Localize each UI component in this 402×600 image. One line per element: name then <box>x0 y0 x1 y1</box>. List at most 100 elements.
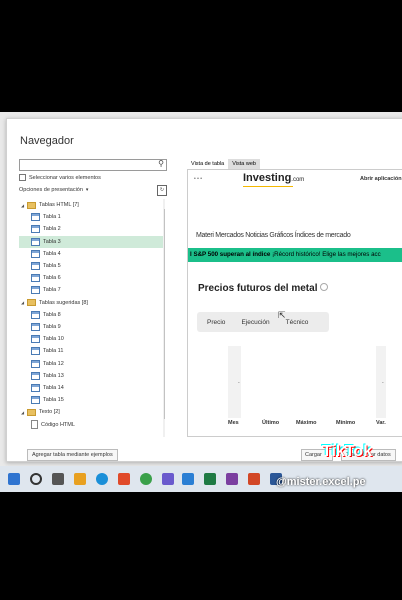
banner-text: ¡Récord histórico! Elige las mejores acc <box>270 251 381 258</box>
document-icon <box>31 420 38 430</box>
chevron-down-icon: ▾ <box>85 187 89 193</box>
cell-dash: - <box>382 380 384 386</box>
tree-item[interactable]: Tabla 12 <box>19 358 165 370</box>
tree-item-label: Tabla 14 <box>43 385 64 391</box>
tree-item-label: Tabla 2 <box>43 226 61 233</box>
table-icon <box>31 323 40 331</box>
file-explorer-icon[interactable] <box>74 473 86 485</box>
view-tabs: Vista de tabla Vista web <box>187 159 260 169</box>
tree-item-label: Tabla 15 <box>43 397 64 404</box>
tree-item[interactable]: Tabla 9 <box>19 321 165 333</box>
table-icon <box>31 225 40 234</box>
folder-icon <box>27 299 36 307</box>
checkbox-box[interactable] <box>19 174 26 181</box>
tree-item-label: Tabla 3 <box>43 238 61 245</box>
app-icon[interactable] <box>162 473 174 485</box>
tree-item[interactable]: Tabla 4 <box>19 248 165 260</box>
task-view-icon[interactable] <box>52 473 64 485</box>
table-icon <box>31 335 40 344</box>
menu-dots-icon[interactable]: • • • <box>194 176 202 182</box>
tiktok-username: @mister.excel.pe <box>276 476 366 488</box>
edge-icon[interactable] <box>96 473 108 485</box>
col-last: Último <box>262 420 280 426</box>
add-table-button[interactable]: Agregar tabla mediante ejemplos <box>27 449 118 461</box>
logo-underline <box>243 186 293 187</box>
multi-select-checkbox[interactable]: Seleccionar varios elementos <box>19 174 101 181</box>
display-options-dropdown[interactable]: Opciones de presentación ▾ <box>19 187 88 193</box>
tree-folder[interactable]: ◢ Tablas sugeridas [8] <box>19 297 161 309</box>
col-change: Var. <box>376 420 386 426</box>
tree-item-label: Tabla 12 <box>43 360 64 367</box>
tree-item[interactable]: Tabla 3 <box>19 235 165 248</box>
scroll-thumb[interactable] <box>164 209 165 419</box>
vscode-icon[interactable] <box>182 473 194 485</box>
web-preview: • • • Investing.com Abrir aplicación Mat… <box>187 169 402 437</box>
search-input[interactable]: ⚲ <box>19 159 167 171</box>
table-icon <box>31 384 40 392</box>
filter-execution[interactable]: Ejecución <box>241 319 269 326</box>
tree-scrollbar[interactable]: ▲ ▼ <box>163 199 165 437</box>
excel-icon[interactable] <box>204 473 216 485</box>
tree-item-label: Tabla 8 <box>43 311 61 318</box>
scroll-down-icon[interactable]: ▼ <box>164 427 165 433</box>
mouse-cursor-icon: ⇱ <box>278 310 286 320</box>
banner-bold-text: l S&P 500 superan al índice <box>190 251 271 258</box>
promo-banner[interactable]: l S&P 500 superan al índice ¡Récord hist… <box>188 248 402 262</box>
filter-tabs: Precio Ejecución Técnico <box>197 312 329 332</box>
table-icon <box>31 347 40 356</box>
tree-item[interactable]: Tabla 11 <box>19 345 165 357</box>
col-low: Mínimo <box>336 420 356 426</box>
scroll-up-icon[interactable]: ▲ <box>164 199 165 205</box>
futures-title-text: Precios futuros del metal <box>198 283 318 294</box>
col-high: Máximo <box>296 420 317 426</box>
tree-item-label: Tablas HTML [7] <box>39 202 79 208</box>
tree-item[interactable]: Tabla 7 <box>19 284 165 296</box>
dialog-title: Navegador <box>20 135 74 147</box>
info-icon[interactable] <box>320 283 329 291</box>
tree-item-label: Tablas sugeridas [8] <box>39 299 88 306</box>
tree-item-label: Tabla 10 <box>43 336 64 343</box>
filter-price[interactable]: Precio <box>207 319 225 326</box>
table-icon <box>31 249 40 258</box>
search-icon[interactable]: ⚲ <box>158 159 164 168</box>
tree-item[interactable]: Tabla 6 <box>19 272 165 284</box>
chrome-icon[interactable] <box>140 473 152 485</box>
tree-folder[interactable]: ◢ Tablas HTML [7] <box>19 199 161 211</box>
tree-item[interactable]: Tabla 5 <box>19 260 165 272</box>
navigator-tree: ◢ Tablas HTML [7] Tabla 1 Tabla 2 Tabla 3 Tab… <box>19 199 165 437</box>
windows-start-icon[interactable] <box>8 473 20 485</box>
display-options-label: Opciones de presentación <box>19 187 83 193</box>
table-column-right <box>376 346 386 418</box>
table-icon <box>31 396 40 405</box>
search-icon[interactable] <box>30 473 42 485</box>
tab-table-view[interactable]: Vista de tabla <box>187 159 228 169</box>
open-app-link[interactable]: Abrir aplicación <box>360 176 402 182</box>
tree-item[interactable]: Tabla 13 <box>19 370 165 382</box>
tree-item[interactable]: Tabla 2 <box>19 223 165 235</box>
tree-item[interactable]: Tabla 10 <box>19 333 165 345</box>
tree-item-label: Tabla 5 <box>43 263 61 269</box>
filter-technical[interactable]: Técnico <box>286 319 309 326</box>
futures-title: Precios futuros del metal <box>198 283 329 294</box>
table-icon <box>31 310 40 319</box>
table-icon <box>31 359 40 368</box>
refresh-icon[interactable]: ↻ <box>157 185 167 196</box>
tab-web-view[interactable]: Vista web <box>228 159 260 169</box>
table-icon <box>31 237 40 246</box>
tree-item-label: Texto [2] <box>39 409 60 416</box>
tree-item[interactable]: Código HTML <box>19 419 165 431</box>
multi-select-label: Seleccionar varios elementos <box>29 174 101 181</box>
site-menu[interactable]: Materi Mercados Noticias Gráficos Índice… <box>196 232 351 239</box>
brave-icon[interactable] <box>118 473 130 485</box>
powerpoint-icon[interactable] <box>248 473 260 485</box>
col-month: Mes <box>228 420 239 426</box>
tree-item[interactable]: Tabla 1 <box>19 211 165 223</box>
tree-folder[interactable]: ◢ Texto [2] <box>19 406 161 418</box>
logo-text: Investing <box>243 172 292 184</box>
tree-item[interactable]: Tabla 15 <box>19 394 165 406</box>
tree-item-label: Tabla 4 <box>43 250 61 257</box>
table-icon <box>31 262 40 270</box>
tree-item[interactable]: Tabla 8 <box>19 309 165 321</box>
tree-item[interactable]: Tabla 14 <box>19 382 165 394</box>
teams-icon[interactable] <box>226 473 238 485</box>
